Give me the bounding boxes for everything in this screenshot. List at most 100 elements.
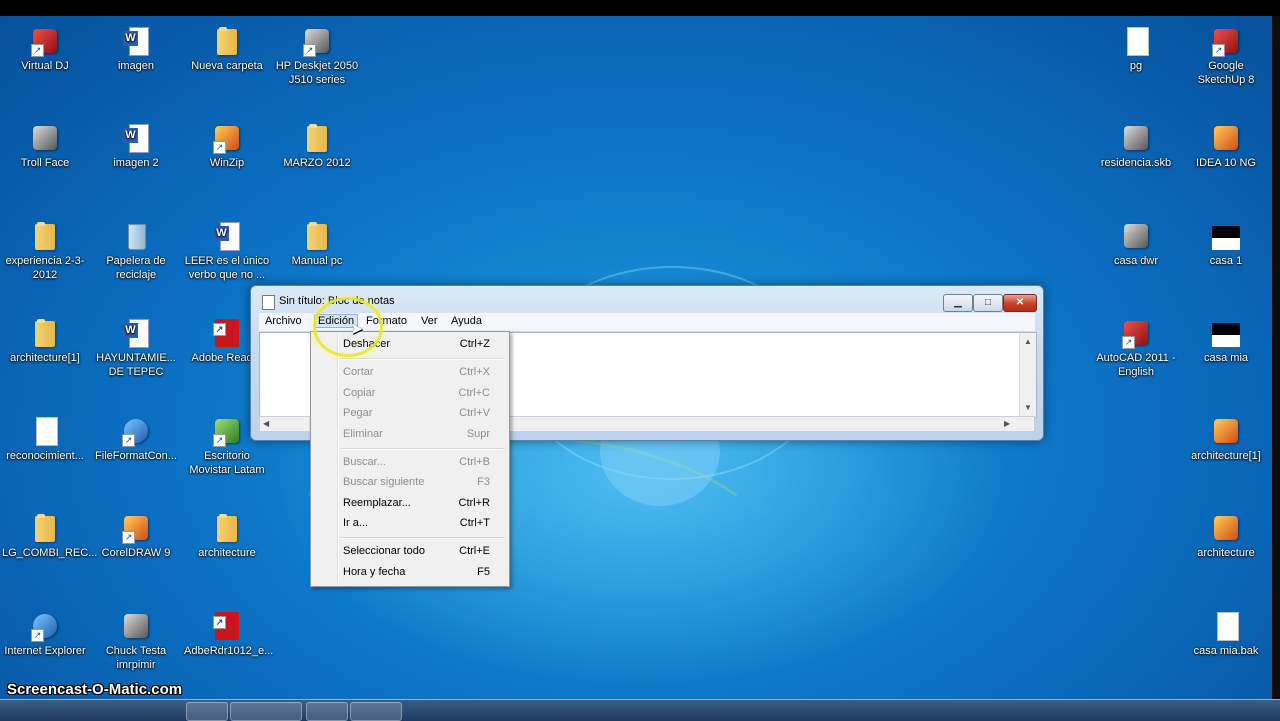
architecture1-right-icon: [1210, 415, 1242, 447]
desktop-icon-architecture1-folder[interactable]: architecture[1]: [0, 317, 90, 365]
desktop-icon-papelera[interactable]: Papelera de reciclaje: [91, 220, 181, 282]
menu-item-copiar[interactable]: Copiar Ctrl+C: [313, 383, 507, 403]
desktop-icon-adberdr[interactable]: AdbeRdr1012_e...: [182, 610, 273, 658]
taskbar-button[interactable]: [230, 702, 302, 721]
menu-item-hora-fecha[interactable]: Hora y fecha F5: [313, 562, 507, 582]
desktop-icon-coreldraw[interactable]: CorelDRAW 9: [91, 512, 181, 560]
leer-icon: [211, 220, 243, 252]
desktop-icon-chuck-testa[interactable]: Chuck Testa imrpimir: [91, 610, 181, 672]
desktop-icon-marzo-2012[interactable]: MARZO 2012: [272, 122, 362, 170]
desktop-icon-architecture-folder[interactable]: architecture: [182, 512, 272, 560]
menu-separator: [341, 448, 505, 450]
chuck-testa-icon: [120, 610, 152, 642]
desktop-icon-label: Escritorio Movistar Latam: [189, 450, 265, 476]
desktop-icon-casa-mia-bak[interactable]: casa mia.bak: [1181, 610, 1271, 658]
desktop-icon-label: HP Deskjet 2050 J510 series: [275, 60, 359, 86]
menu-item-cortar[interactable]: Cortar Ctrl+X: [313, 362, 507, 382]
casa-mia-icon: [1210, 317, 1242, 349]
idea-10-icon: [1210, 122, 1242, 154]
desktop-icon-experiencia[interactable]: experiencia 2-3-2012: [0, 220, 90, 282]
reconocimiento-icon: [29, 415, 61, 447]
desktop-icon-troll-face[interactable]: Troll Face: [0, 122, 90, 170]
maximize-button[interactable]: □: [973, 294, 1003, 312]
menu-item-ir-a[interactable]: Ir a... Ctrl+T: [313, 513, 507, 533]
desktop-icon-casa-dwr[interactable]: casa dwr: [1091, 220, 1181, 268]
top-black-bar: [0, 0, 1280, 16]
menu-ayuda[interactable]: Ayuda: [448, 315, 485, 327]
adberdr-icon: [211, 610, 243, 642]
desktop-icon-label: imagen 2: [113, 157, 159, 169]
menu-ver[interactable]: Ver: [418, 315, 441, 327]
fileformat-icon: [120, 415, 152, 447]
adobe-reader-icon: [211, 317, 243, 349]
scroll-down-icon[interactable]: ▼: [1024, 403, 1032, 412]
edit-dropdown-menu: Deshacer Ctrl+Z Cortar Ctrl+X Copiar Ctrl+C…: [310, 331, 510, 587]
desktop-icon-leer[interactable]: LEER es el único verbo que no ...: [182, 220, 272, 282]
desktop-icon-reconocimiento[interactable]: reconocimient...: [0, 415, 90, 463]
architecture-right-icon: [1210, 512, 1242, 544]
manual-pc-icon: [301, 220, 333, 252]
desktop-icon-residencia[interactable]: residencia.skb: [1091, 122, 1181, 170]
menu-item-seleccionar-todo[interactable]: Seleccionar todo Ctrl+E: [313, 541, 507, 561]
desktop-icon-hayuntamie[interactable]: HAYUNTAMIE... DE TEPEC: [91, 317, 181, 379]
architecture-folder-icon: [211, 512, 243, 544]
menu-archivo[interactable]: Archivo: [262, 315, 305, 327]
desktop-icon-google-sketchup[interactable]: Google SketchUp 8: [1181, 25, 1271, 87]
desktop-icon-hp-deskjet[interactable]: HP Deskjet 2050 J510 series: [272, 25, 362, 87]
desktop-icon-label: Nueva carpeta: [191, 60, 263, 72]
menu-item-pegar[interactable]: Pegar Ctrl+V: [313, 403, 507, 423]
desktop-icon-label: AutoCAD 2011 - English: [1096, 352, 1176, 378]
vertical-scrollbar[interactable]: ▲ ▼: [1019, 333, 1036, 417]
scroll-up-icon[interactable]: ▲: [1024, 337, 1032, 346]
desktop-icon-pg[interactable]: pg: [1091, 25, 1181, 73]
minimize-button[interactable]: ▁: [943, 294, 973, 312]
taskbar-button[interactable]: [306, 702, 348, 721]
menu-item-reemplazar[interactable]: Reemplazar... Ctrl+R: [313, 493, 507, 513]
menu-item-eliminar[interactable]: Eliminar Supr: [313, 424, 507, 444]
notepad-icon: [262, 295, 275, 310]
desktop-icon-label: architecture[1]: [10, 352, 80, 364]
desktop-icon-label: Google SketchUp 8: [1197, 60, 1255, 86]
window-title: Sin título: Bloc de notas: [279, 295, 395, 307]
scroll-right-icon[interactable]: ▶: [1004, 419, 1010, 428]
desktop-icon-imagen-2[interactable]: imagen 2: [91, 122, 181, 170]
close-button[interactable]: ✕: [1003, 294, 1037, 312]
desktop-icon-label: MARZO 2012: [283, 157, 351, 169]
desktop-icon-winzip[interactable]: WinZip: [182, 122, 272, 170]
desktop-icon-imagen[interactable]: imagen: [91, 25, 181, 73]
internet-explorer-icon: [29, 610, 61, 642]
desktop-icon-idea-10[interactable]: IDEA 10 NG: [1181, 122, 1271, 170]
taskbar-button[interactable]: [350, 702, 402, 721]
desktop-icon-casa-1[interactable]: casa 1: [1181, 220, 1271, 268]
menu-item-buscar-siguiente[interactable]: Buscar siguiente F3: [313, 472, 507, 492]
desktop-icon-virtual-dj[interactable]: Virtual DJ: [0, 25, 90, 73]
desktop-icon-manual-pc[interactable]: Manual pc: [272, 220, 362, 268]
menu-item-buscar[interactable]: Buscar... Ctrl+B: [313, 452, 507, 472]
scroll-left-icon[interactable]: ◀: [263, 419, 269, 428]
residencia-icon: [1120, 122, 1152, 154]
experiencia-icon: [29, 220, 61, 252]
screencast-watermark: Screencast-O-Matic.com: [7, 681, 183, 698]
desktop-icon-label: imagen: [117, 60, 155, 72]
casa-dwr-icon: [1120, 220, 1152, 252]
desktop-icon-label: FileFormatCon...: [95, 450, 177, 462]
desktop-icon-lg-combi[interactable]: LG_COMBI_REC...: [0, 512, 97, 560]
mouse-cursor-icon: ➤: [350, 321, 364, 338]
desktop-icon-autocad[interactable]: AutoCAD 2011 - English: [1091, 317, 1181, 379]
desktop-icon-nueva-carpeta[interactable]: Nueva carpeta: [182, 25, 272, 73]
desktop-icon-internet-explorer[interactable]: Internet Explorer: [0, 610, 90, 658]
desktop-icon-architecture1-right[interactable]: architecture[1]: [1181, 415, 1271, 463]
desktop-icon-architecture-right[interactable]: architecture: [1181, 512, 1271, 560]
desktop-icon-label: IDEA 10 NG: [1196, 157, 1256, 169]
desktop-icon-casa-mia[interactable]: casa mia: [1181, 317, 1271, 365]
escritorio-movistar-icon: [211, 415, 243, 447]
pg-icon: [1120, 25, 1152, 57]
desktop-icon-fileformat[interactable]: FileFormatCon...: [91, 415, 181, 463]
desktop-icon-label: Manual pc: [291, 255, 343, 267]
taskbar-button[interactable]: [186, 702, 228, 721]
menu-item-deshacer[interactable]: Deshacer Ctrl+Z: [313, 334, 507, 354]
imagen-2-icon: [120, 122, 152, 154]
menu-formato[interactable]: Formato: [363, 315, 410, 327]
taskbar[interactable]: [0, 699, 1280, 721]
desktop-icon-label: experiencia 2-3-2012: [5, 255, 85, 281]
